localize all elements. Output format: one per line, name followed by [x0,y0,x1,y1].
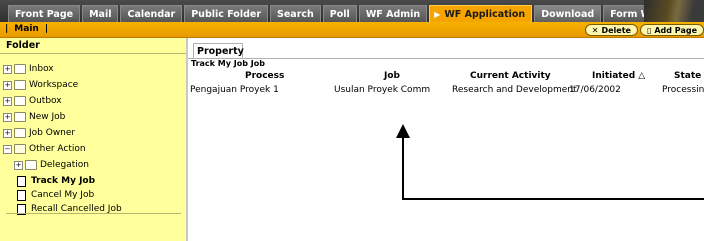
table-row[interactable]: Pengajuan Proyek 1 Usulan Proyek Comm Re… [188,85,704,97]
sidebar-item-label: Job Owner [29,128,76,138]
folder-icon [25,160,37,170]
collapse-icon[interactable]: − [3,144,12,154]
sidebar-divider [6,213,181,214]
cell-job: Usulan Proyek Comm [334,85,431,95]
sidebar-item-label: Inbox [29,64,54,74]
cell-initiated: 17/06/2002 [569,85,621,95]
tab-wf-application-label: WF Application [444,8,526,20]
separator: | [44,24,49,34]
sidebar-item-workspace[interactable]: + Workspace [3,78,78,92]
cell-state: Processing [662,85,704,95]
main-breadcrumb: | Main | [2,24,51,34]
folder-icon [14,112,26,122]
tab-wf-admin[interactable]: WF Admin [358,5,428,22]
tab-poll[interactable]: Poll [322,5,357,22]
expand-icon[interactable]: + [3,64,12,74]
open-folder-icon [14,144,26,154]
sidebar-item-label: Outbox [29,96,62,106]
sidebar-item-job-owner[interactable]: + Job Owner [3,126,75,140]
tab-public-folder[interactable]: Public Folder [184,5,269,22]
main-link[interactable]: Main [14,24,39,34]
sort-ascending-icon: △ [638,71,646,81]
tab-calendar[interactable]: Calendar [120,5,183,22]
column-header-current-activity[interactable]: Current Activity [470,71,551,81]
tab-property[interactable]: Property [193,43,244,59]
sidebar-item-track-my-job[interactable]: Track My Job [17,174,95,188]
sidebar-item-label: Cancel My Job [31,190,95,200]
annotation-arrow-line [402,198,704,200]
sidebar-item-label: New Job [29,112,66,122]
sidebar-item-delegation[interactable]: + Delegation [14,158,89,172]
sidebar-item-outbox[interactable]: + Outbox [3,94,62,108]
tab-front-page[interactable]: Front Page [8,5,81,22]
column-header-initiated-label: Initiated [592,71,636,81]
expand-icon[interactable]: + [3,96,12,106]
tab-search[interactable]: Search [270,5,321,22]
column-header-state[interactable]: State [674,71,701,81]
sidebar-item-new-job[interactable]: + New Job [3,110,65,124]
top-tabs: Front Page Mail Calendar Public Folder S… [8,5,687,22]
sidebar-item-label: Other Action [29,144,86,154]
column-header-initiated[interactable]: Initiated △ [592,71,645,81]
tab-mail[interactable]: Mail [82,5,119,22]
folder-icon [14,80,26,90]
sidebar-item-label: Workspace [29,80,79,90]
document-icon [17,189,26,201]
expand-icon[interactable]: + [3,128,12,138]
action-buttons: ✕ Delete ▯ Add Page [583,24,704,36]
add-page-button[interactable]: ▯ Add Page [639,24,704,36]
tab-wf-application[interactable]: ▶ WF Application [429,5,533,22]
header-decoration-image [644,0,704,22]
folder-sidebar: Folder + Inbox + Workspace + Outbox + Ne… [0,38,188,241]
main-content: Property Track My Job Job Process Job Cu… [188,38,704,241]
delete-button-label: Delete [601,25,631,35]
document-icon [17,175,26,187]
close-icon: ✕ [591,25,599,35]
sidebar-item-inbox[interactable]: + Inbox [3,62,54,76]
delete-button[interactable]: ✕ Delete [584,24,638,36]
sub-toolbar: | Main | ✕ Delete ▯ Add Page [0,22,704,38]
table-title: Track My Job Job [188,59,704,69]
folder-icon [14,96,26,106]
sidebar-item-label: Track My Job [31,176,96,186]
folder-icon [14,128,26,138]
sidebar-item-other-action[interactable]: − Other Action [3,142,86,156]
annotation-arrow-head [396,124,410,138]
cell-process: Pengajuan Proyek 1 [190,85,279,95]
top-nav-bar: Front Page Mail Calendar Public Folder S… [0,0,704,22]
sidebar-heading: Folder [0,38,186,54]
tab-download[interactable]: Download [534,5,602,22]
column-header-process[interactable]: Process [245,71,284,81]
separator: | [5,24,9,34]
sidebar-item-label: Delegation [40,160,89,170]
sidebar-item-cancel-my-job[interactable]: Cancel My Job [17,188,94,202]
play-arrow-icon: ▶ [434,9,441,19]
cell-current-activity: Research and Development [452,85,577,95]
column-header-job[interactable]: Job [384,71,400,81]
add-page-button-label: Add Page [654,25,697,35]
annotation-arrow-line [402,137,404,199]
page-icon: ▯ [646,25,652,35]
table-header: Process Job Current Activity Initiated △… [188,71,704,83]
expand-icon[interactable]: + [3,112,12,122]
expand-icon[interactable]: + [3,80,12,90]
expand-icon[interactable]: + [14,160,23,170]
folder-icon [14,64,26,74]
